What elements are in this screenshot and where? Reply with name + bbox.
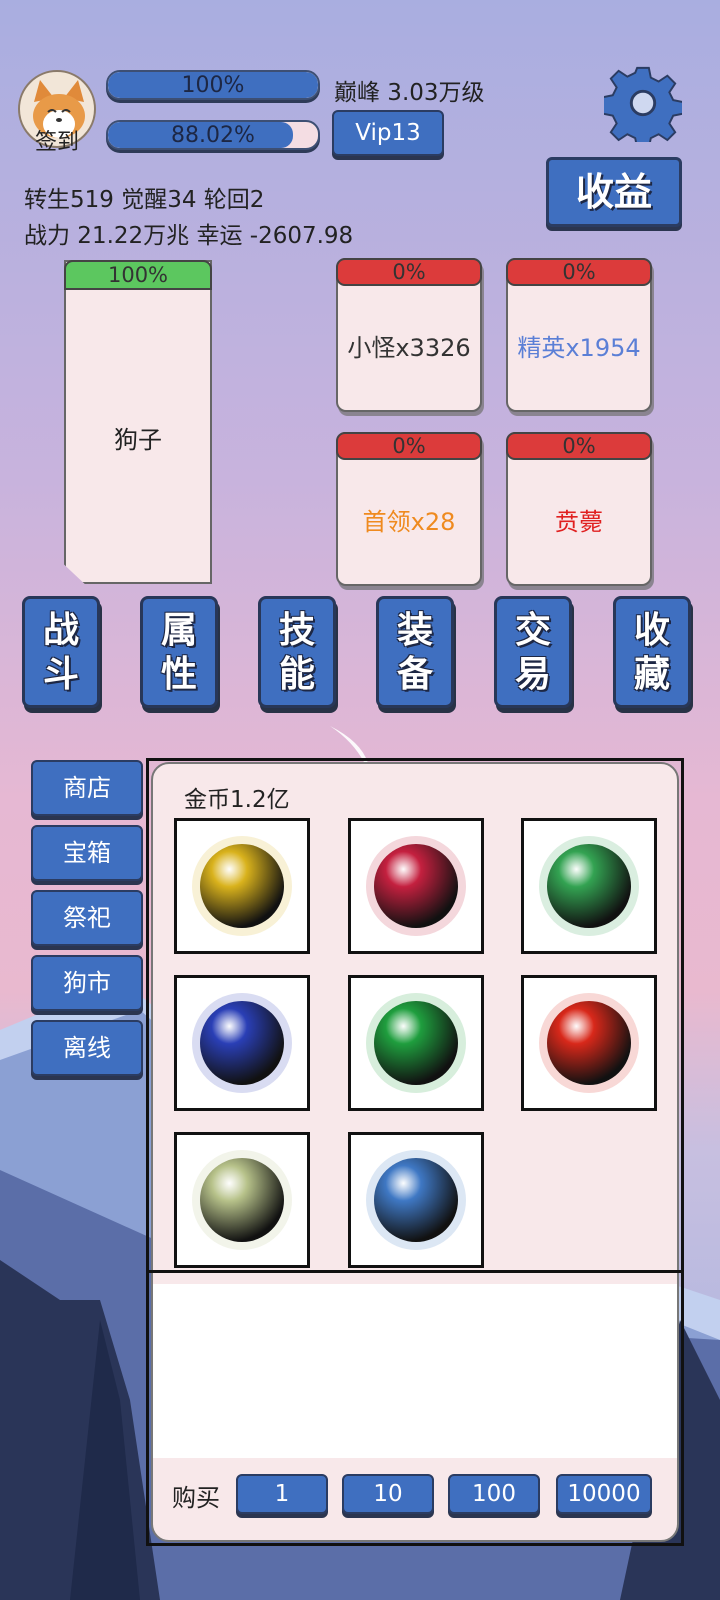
side-menu-dog-market[interactable]: 狗市 <box>31 955 143 1011</box>
shop-item-tiger-orb[interactable] <box>174 1132 310 1268</box>
buy-qty-100-button[interactable]: 100 <box>448 1474 540 1514</box>
tab-battle[interactable]: 战 斗 <box>22 596 100 708</box>
tab-label-bottom: 性 <box>160 654 197 695</box>
peak-level-text: 巅峰 3.03万级 <box>334 80 485 106</box>
enemy-card-elite[interactable]: 0% 精英x1954 <box>506 258 652 412</box>
side-menu-sacrifice[interactable]: 祭祀 <box>31 890 143 946</box>
shop-item-gold-orb[interactable] <box>174 818 310 954</box>
rebirth-stats: 转生519 觉醒34 轮回2 <box>24 187 265 213</box>
buy-qty-10000-button[interactable]: 10000 <box>556 1474 652 1514</box>
exp-progress-text: 100% <box>181 73 245 98</box>
shop-divider <box>146 1270 684 1273</box>
buy-qty-1-button[interactable]: 1 <box>236 1474 328 1514</box>
enemy-card-boss[interactable]: 0% 首领x28 <box>336 432 482 586</box>
gold-orb-icon <box>192 836 292 936</box>
enemy-card-special[interactable]: 0% 贲薨 <box>506 432 652 586</box>
secondary-progress-text: 88.02% <box>171 123 255 148</box>
enemy-card-minion[interactable]: 0% 小怪x3326 <box>336 258 482 412</box>
enemy-hp-bar: 0% <box>336 432 482 460</box>
shop-item-dragon-green-orb[interactable] <box>348 975 484 1111</box>
tab-label-top: 技 <box>278 610 315 651</box>
enemy-name: 精英x1954 <box>517 334 641 362</box>
tab-label-top: 属 <box>160 610 197 651</box>
phoenix-fire-orb-icon <box>539 993 639 1093</box>
exp-progress-bar: 100% <box>106 70 320 100</box>
buy-label: 购买 <box>172 1484 220 1512</box>
side-menu-shop[interactable]: 商店 <box>31 760 143 816</box>
tab-label-top: 收 <box>633 610 670 651</box>
gold-balance: 金币1.2亿 <box>184 787 290 813</box>
shop-item-green-orb[interactable] <box>521 818 657 954</box>
enemy-hp-bar: 0% <box>506 258 652 286</box>
tab-trade[interactable]: 交 易 <box>494 596 572 708</box>
dragon-blue-orb-icon <box>366 1150 466 1250</box>
income-button[interactable]: 收益 <box>546 157 682 227</box>
enemy-name: 小怪x3326 <box>347 334 471 362</box>
player-name: 狗子 <box>114 426 162 454</box>
secondary-progress-bar: 88.02% <box>106 120 320 150</box>
tab-label-bottom: 能 <box>278 654 315 695</box>
shop-item-blue-orb[interactable] <box>174 975 310 1111</box>
vip-button[interactable]: Vip13 <box>332 110 444 156</box>
tab-label-bottom: 备 <box>396 654 433 695</box>
blue-orb-icon <box>192 993 292 1093</box>
tab-label-top: 战 <box>42 610 79 651</box>
checkin-label[interactable]: 签到 <box>18 124 96 156</box>
tab-collection[interactable]: 收 藏 <box>613 596 691 708</box>
enemy-name: 贲薨 <box>555 508 603 536</box>
tab-label-top: 交 <box>514 610 551 651</box>
enemy-hp-bar: 0% <box>506 432 652 460</box>
player-hp-bar: 100% <box>64 260 212 290</box>
shop-item-red-orb[interactable] <box>348 818 484 954</box>
settings-gear-icon[interactable] <box>604 64 682 142</box>
tab-attributes[interactable]: 属 性 <box>140 596 218 708</box>
item-description-area <box>153 1284 677 1458</box>
power-luck-stats: 战力 21.22万兆 幸运 -2607.98 <box>24 223 354 249</box>
tab-label-bottom: 易 <box>514 654 551 695</box>
red-orb-icon <box>366 836 466 936</box>
side-menu-chest[interactable]: 宝箱 <box>31 825 143 881</box>
shop-item-phoenix-orb[interactable] <box>521 975 657 1111</box>
tab-label-top: 装 <box>396 610 433 651</box>
dragon-green-orb-icon <box>366 993 466 1093</box>
tab-skills[interactable]: 技 能 <box>258 596 336 708</box>
tiger-white-orb-icon <box>192 1150 292 1250</box>
enemy-name: 首领x28 <box>362 508 456 536</box>
side-menu-offline[interactable]: 离线 <box>31 1020 143 1076</box>
buy-qty-10-button[interactable]: 10 <box>342 1474 434 1514</box>
tab-label-bottom: 斗 <box>42 654 79 695</box>
green-orb-icon <box>539 836 639 936</box>
tab-equipment[interactable]: 装 备 <box>376 596 454 708</box>
tab-label-bottom: 藏 <box>633 654 670 695</box>
enemy-hp-bar: 0% <box>336 258 482 286</box>
shop-item-dragon-blue-orb[interactable] <box>348 1132 484 1268</box>
